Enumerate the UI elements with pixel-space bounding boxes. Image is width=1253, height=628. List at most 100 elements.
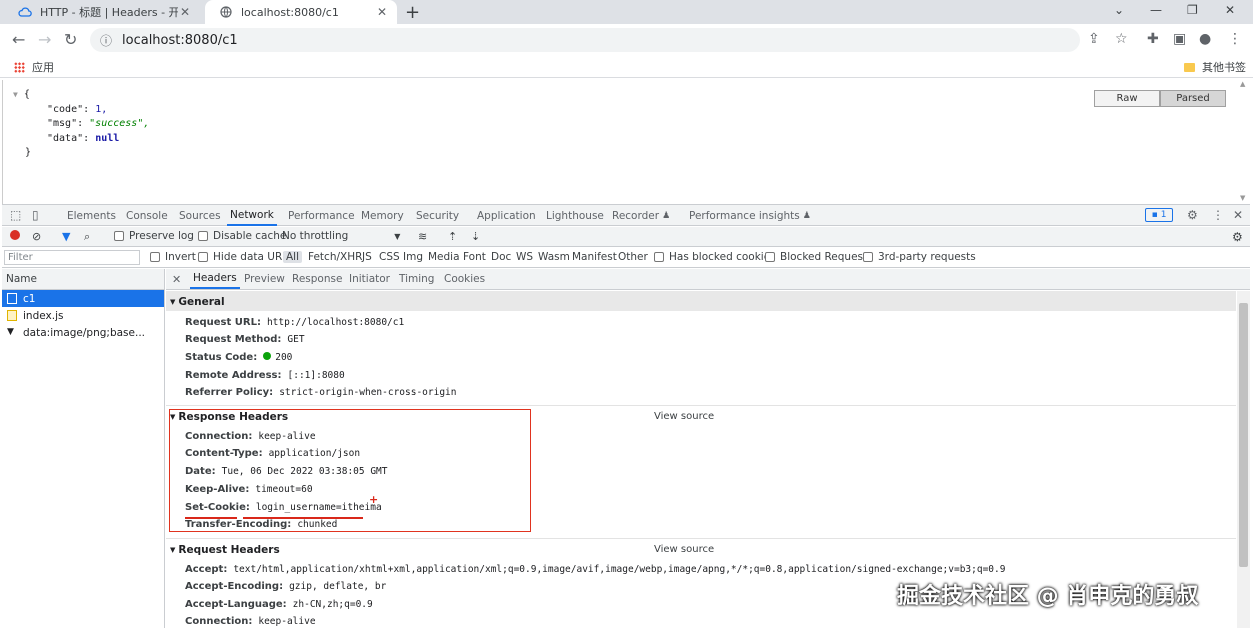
checkbox[interactable]: [654, 252, 664, 262]
checkbox[interactable]: [114, 231, 124, 241]
details-scrollbar[interactable]: [1237, 291, 1250, 628]
type-filter-ws[interactable]: WS: [516, 251, 533, 263]
close-details-icon[interactable]: ✕: [172, 269, 181, 289]
type-filter-doc[interactable]: Doc: [491, 251, 511, 263]
record-icon[interactable]: [10, 230, 20, 240]
name-column-header[interactable]: Name: [2, 269, 164, 290]
disable-cache-checkbox[interactable]: Disable cache: [198, 230, 286, 242]
back-icon[interactable]: ←: [12, 30, 25, 49]
window-close-icon[interactable]: ✕: [1225, 3, 1235, 17]
checkbox-label: Blocked Requests: [780, 251, 873, 263]
request-row-data-image[interactable]: ▼ data:image/png;base...: [2, 324, 164, 341]
preserve-log-checkbox[interactable]: Preserve log: [114, 230, 194, 242]
bookmark-other[interactable]: 其他书签: [1184, 59, 1246, 75]
close-devtools-icon[interactable]: ✕: [1233, 208, 1243, 222]
tab-response[interactable]: Response: [292, 269, 342, 289]
request-row-index-js[interactable]: index.js: [2, 307, 164, 324]
type-filter-wasm[interactable]: Wasm: [538, 251, 570, 263]
tab-memory[interactable]: Memory: [361, 205, 404, 226]
forward-icon[interactable]: →: [38, 30, 51, 49]
blocked-requests-checkbox[interactable]: Blocked Requests: [765, 251, 873, 263]
search-icon[interactable]: ⌕: [84, 230, 90, 244]
star-icon[interactable]: ☆: [1115, 31, 1128, 47]
checkbox[interactable]: [198, 231, 208, 241]
download-icon[interactable]: ⇣: [471, 230, 480, 243]
page-scrollbar[interactable]: ▲ ▼: [1238, 80, 1250, 204]
filter-icon[interactable]: ▼: [62, 230, 70, 243]
tab-cookies[interactable]: Cookies: [444, 269, 485, 289]
type-filter-css[interactable]: CSS: [379, 251, 400, 263]
tab-recorder[interactable]: Recorder ♟: [612, 205, 670, 226]
request-headers-toggle[interactable]: ▼ Request Headers: [170, 544, 280, 556]
type-filter-img[interactable]: Img: [403, 251, 423, 263]
browser-tab-2[interactable]: localhost:8080/c1 ✕: [205, 0, 397, 24]
tab-network[interactable]: Network: [227, 205, 277, 226]
upload-icon[interactable]: ⇡: [448, 230, 457, 243]
type-filter-js[interactable]: JS: [362, 251, 372, 263]
tab-preview[interactable]: Preview: [244, 269, 285, 289]
tab-performance-insights[interactable]: Performance insights ♟: [689, 205, 811, 226]
bookmark-apps[interactable]: 应用: [14, 59, 54, 75]
address-bar[interactable]: ⓘ localhost:8080/c1: [90, 28, 1080, 52]
new-tab-icon[interactable]: +: [405, 2, 420, 23]
tab-elements[interactable]: Elements: [67, 205, 116, 226]
minimize-icon[interactable]: —: [1150, 3, 1162, 17]
view-source-link[interactable]: View source: [654, 411, 714, 422]
tab-console[interactable]: Console: [126, 205, 168, 226]
network-settings-gear-icon[interactable]: ⚙: [1232, 230, 1243, 244]
info-icon[interactable]: ⓘ: [100, 32, 112, 49]
tab-headers[interactable]: Headers: [190, 269, 240, 289]
tab-application[interactable]: Application: [477, 205, 536, 226]
request-row-c1[interactable]: c1: [2, 290, 164, 307]
menu-icon[interactable]: ⋮: [1228, 31, 1242, 47]
share-icon[interactable]: ⇪: [1088, 31, 1100, 47]
third-party-checkbox[interactable]: 3rd-party requests: [863, 251, 976, 263]
clear-icon[interactable]: ⊘: [32, 230, 41, 243]
hide-data-urls-checkbox[interactable]: Hide data URLs: [198, 251, 294, 263]
more-icon[interactable]: ⋮: [1212, 208, 1224, 222]
sidepanel-icon[interactable]: ▣: [1173, 31, 1186, 47]
tab-timing[interactable]: Timing: [399, 269, 434, 289]
throttling-select[interactable]: No throttling ▼: [282, 230, 400, 242]
network-conditions-icon[interactable]: ≋: [418, 230, 427, 243]
view-source-link[interactable]: View source: [654, 544, 714, 555]
issues-badge[interactable]: ▪ 1: [1145, 208, 1173, 222]
gear-icon[interactable]: ⚙: [1187, 208, 1198, 222]
device-toolbar-icon[interactable]: ▯: [32, 208, 39, 222]
close-icon[interactable]: ✕: [178, 5, 192, 19]
tab-lighthouse[interactable]: Lighthouse: [546, 205, 604, 226]
type-filter-media[interactable]: Media: [428, 251, 460, 263]
raw-button[interactable]: Raw: [1094, 90, 1160, 107]
scrollbar-thumb[interactable]: [1239, 303, 1248, 567]
tab-performance[interactable]: Performance: [288, 205, 355, 226]
section-title: General: [178, 296, 225, 308]
status-ok-icon: [263, 352, 272, 360]
browser-tab-1[interactable]: HTTP - 标题 | Headers - 开发者 ✕: [4, 0, 200, 24]
general-section-toggle[interactable]: ▼ General: [170, 296, 225, 308]
checkbox[interactable]: [765, 252, 775, 262]
type-filter-fetch[interactable]: Fetch/XHR: [308, 251, 362, 263]
close-icon[interactable]: ✕: [375, 5, 389, 19]
inspect-icon[interactable]: ⬚: [10, 208, 21, 222]
invert-checkbox[interactable]: Invert: [150, 251, 196, 263]
profile-icon[interactable]: ●: [1199, 31, 1211, 47]
checkbox[interactable]: [198, 252, 208, 262]
tab-label: Timing: [399, 273, 435, 285]
type-filter-manifest[interactable]: Manifest: [572, 251, 617, 263]
type-filter-font[interactable]: Font: [463, 251, 486, 263]
type-filter-other[interactable]: Other: [618, 251, 648, 263]
restore-icon[interactable]: ❐: [1187, 3, 1198, 17]
reload-icon[interactable]: ↻: [64, 30, 77, 49]
filter-input[interactable]: Filter: [4, 250, 140, 265]
tab-initiator[interactable]: Initiator: [349, 269, 390, 289]
parsed-button[interactable]: Parsed: [1160, 90, 1226, 107]
tab-sources[interactable]: Sources: [179, 205, 221, 226]
tab-security[interactable]: Security: [416, 205, 459, 226]
collapse-toggle-icon[interactable]: ▼: [13, 90, 18, 99]
extensions-icon[interactable]: ✚: [1147, 31, 1159, 47]
type-filter-all[interactable]: All: [283, 251, 303, 263]
checkbox[interactable]: [150, 252, 160, 262]
checkbox[interactable]: [863, 252, 873, 262]
chevron-down-icon[interactable]: ⌄: [1114, 3, 1124, 17]
blocked-cookies-checkbox[interactable]: Has blocked cookies: [654, 251, 776, 263]
